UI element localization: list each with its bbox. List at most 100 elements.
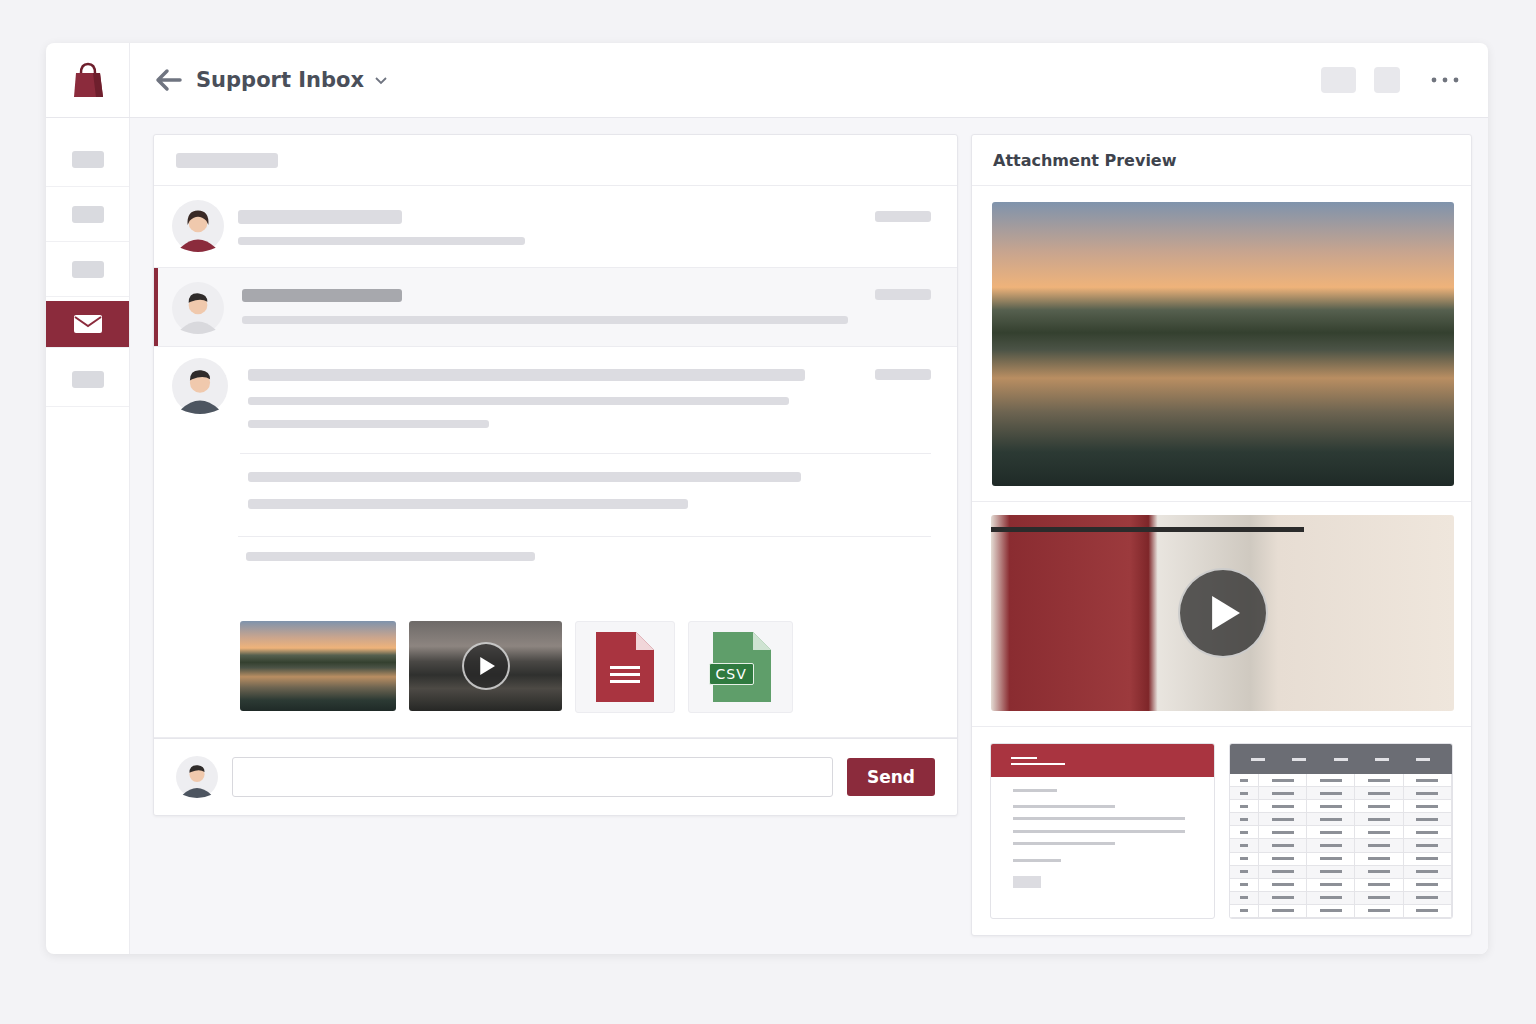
attachment-list: CSV [240,621,931,713]
sheet-cell [1259,866,1307,878]
sheet-cell [1355,879,1403,891]
sidebar-item[interactable] [46,132,129,187]
cell-line [1368,870,1390,873]
doc-line [1013,789,1057,792]
cell-line [1320,857,1342,860]
conversation-row[interactable] [154,186,957,268]
header-button[interactable] [1374,67,1400,93]
sheet-row [1230,813,1453,826]
cell-line [1240,779,1248,782]
sheet-cell [1230,813,1259,825]
cell-line [1320,896,1342,899]
cell-line [1416,831,1438,834]
doc-line [1013,859,1061,862]
placeholder-bar [246,552,535,561]
sheet-cell [1355,905,1403,917]
doc-body [991,777,1214,888]
csv-label: CSV [709,663,754,685]
logo[interactable] [46,43,130,117]
document-icon [596,632,654,702]
preview-title: Attachment Preview [972,135,1471,186]
back-arrow-icon[interactable] [154,68,182,92]
sheet-cell [1404,853,1452,865]
spreadsheet-preview[interactable] [1229,743,1454,919]
cell-line [1272,792,1294,795]
sheet-cell [1404,813,1452,825]
more-icon[interactable] [1430,76,1460,84]
placeholder-bar [248,397,789,405]
image-attachment[interactable] [240,621,396,711]
sheet-cell [1230,839,1259,851]
cell-line [1320,779,1342,782]
summary-lines [238,186,875,267]
play-icon[interactable] [462,642,510,690]
cell-line [1320,805,1342,808]
mail-icon [73,314,103,334]
cell-line [1368,896,1390,899]
header-button[interactable] [1321,67,1356,93]
sheet-cell [1307,866,1355,878]
chevron-down-icon[interactable] [374,75,388,85]
sheet-cell [1307,879,1355,891]
sheet-cell [1404,787,1452,799]
cell-line [1272,883,1294,886]
main-area: CSV Send Attachment Preview [130,118,1488,954]
video-preview[interactable] [991,515,1454,711]
doc-line [1013,830,1185,833]
sidebar-item[interactable] [46,301,129,348]
sheet-cell [1259,839,1307,851]
sidebar-item[interactable] [46,352,129,407]
image-preview[interactable] [992,202,1454,486]
header-cell [1251,758,1265,761]
csv-attachment[interactable]: CSV [688,621,793,713]
sheet-cell [1404,826,1452,838]
cell-line [1368,909,1390,912]
cell-line [1240,857,1248,860]
top-bar: Support Inbox [46,43,1488,118]
header-actions [1321,67,1488,93]
sheet-cell [1404,905,1452,917]
nav-icon [72,371,104,388]
document-attachment[interactable] [575,621,675,713]
sheet-cell [1259,826,1307,838]
play-icon[interactable] [1178,568,1268,658]
sheet-cell [1230,774,1259,786]
cell-line [1320,870,1342,873]
nav-icon [72,151,104,168]
sheet-cell [1355,813,1403,825]
placeholder-bar [238,237,525,245]
placeholder-bar [242,316,848,324]
conversation-body: CSV [242,347,931,737]
cell-line [1272,844,1294,847]
sidebar-item[interactable] [46,242,129,297]
reply-input[interactable] [232,757,833,797]
cell-line [1416,870,1438,873]
sheet-row [1230,892,1453,905]
sheet-cell [1259,787,1307,799]
csv-file-icon: CSV [711,632,771,702]
conversation-row[interactable] [154,268,957,347]
divider [972,501,1471,502]
doc-line [1013,817,1185,820]
sheet-cell [1259,905,1307,917]
sheet-row [1230,774,1453,787]
sheet-row [1230,826,1453,839]
cell-line [1368,857,1390,860]
document-preview[interactable] [990,743,1215,919]
conversation-row[interactable]: CSV [154,347,957,738]
cell-line [1416,805,1438,808]
placeholder-bar [238,210,402,224]
sheet-cell [1307,800,1355,812]
sidebar [46,118,130,954]
divider [238,536,931,537]
placeholder-bar [248,420,489,428]
placeholder-bar [875,369,931,380]
cell-line [1272,896,1294,899]
inbox-title[interactable]: Support Inbox [196,68,364,92]
sheet-row [1230,866,1453,879]
send-button[interactable]: Send [847,758,935,796]
avatar-icon [172,200,224,252]
video-attachment[interactable] [409,621,562,711]
cell-line [1416,779,1438,782]
sidebar-item[interactable] [46,187,129,242]
